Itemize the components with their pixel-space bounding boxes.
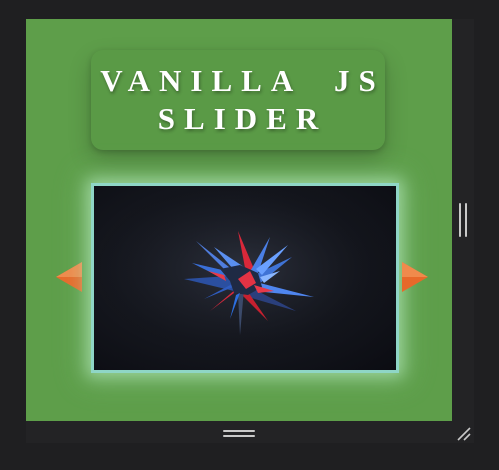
vertical-resize-handle[interactable] [459,203,467,237]
triangle-right-icon [402,262,428,292]
page-title-line-1: VANILLA JS [100,63,385,98]
prev-slide-button[interactable] [56,262,82,292]
triangle-left-icon [56,262,82,292]
crystal-shards-artwork [94,186,396,370]
next-slide-button[interactable] [402,262,428,292]
horizontal-resize-handle[interactable] [223,430,255,437]
page-title-line-2: SLIDER [157,101,328,136]
corner-resize-icon[interactable] [455,425,471,441]
title-panel: VANILLA JS SLIDER [91,50,385,150]
slider-page: VANILLA JS SLIDER [26,19,452,421]
slide-image [91,183,399,373]
